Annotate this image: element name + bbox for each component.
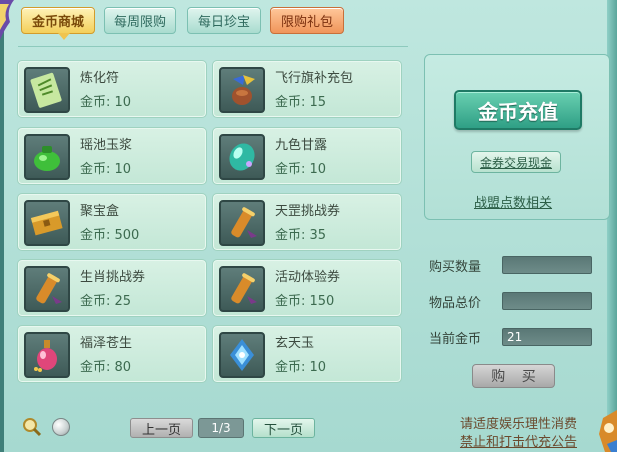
jade-jar-icon xyxy=(34,146,60,171)
item-slot xyxy=(24,266,70,312)
item-slot xyxy=(24,200,70,246)
item-slot xyxy=(219,134,265,180)
item-price: 金币: 10 xyxy=(80,162,132,177)
scroll-icon xyxy=(231,273,257,304)
scroll-icon xyxy=(36,273,62,304)
item-name: 聚宝盒 xyxy=(80,204,120,219)
shop-item[interactable]: 瑶池玉浆 金币: 10 xyxy=(17,127,207,185)
page-indicator: 1/3 xyxy=(198,418,244,438)
item-name: 天罡挑战券 xyxy=(275,204,341,219)
tab-divider xyxy=(18,46,408,47)
tab-limited-pack[interactable]: 限购礼包 xyxy=(270,7,344,34)
item-price: 金币: 150 xyxy=(275,294,335,309)
item-name: 飞行旗补充包 xyxy=(275,71,354,86)
item-slot xyxy=(219,332,265,378)
item-price: 金币: 15 xyxy=(275,95,327,110)
item-slot xyxy=(24,134,70,180)
potion-bottle-icon xyxy=(34,340,57,372)
current-gold-label: 当前金币 xyxy=(429,332,482,347)
mascot-corner-icon xyxy=(599,410,617,452)
shop-item[interactable]: 九色甘露 金币: 10 xyxy=(212,127,402,185)
tab-daily-treasure[interactable]: 每日珍宝 xyxy=(187,7,261,34)
shop-item[interactable]: 生肖挑战券 金币: 25 xyxy=(17,259,207,317)
total-price-label: 物品总价 xyxy=(429,296,482,311)
tab-gold-shop[interactable]: 金币商城 xyxy=(21,7,95,40)
magnifier-icon[interactable] xyxy=(22,417,42,437)
item-price: 金币: 35 xyxy=(275,228,327,243)
item-name: 瑶池玉浆 xyxy=(80,138,133,153)
scroll-icon xyxy=(231,207,257,238)
current-gold-field: 21 xyxy=(502,328,592,346)
treasure-box-icon xyxy=(30,210,63,236)
coupon-exchange-button[interactable]: 金券交易现金 xyxy=(471,151,561,173)
quantity-field[interactable] xyxy=(502,256,592,274)
buy-button[interactable]: 购 买 xyxy=(472,364,555,388)
item-price: 金币: 10 xyxy=(275,360,327,375)
item-slot xyxy=(219,200,265,246)
xuan-jade-icon xyxy=(230,339,254,371)
tab-weekly-limited[interactable]: 每周限购 xyxy=(104,7,176,34)
item-name: 福泽苍生 xyxy=(80,336,133,351)
moderate-play-notice: 请适度娱乐理性消费 xyxy=(459,417,577,432)
item-price: 金币: 25 xyxy=(80,294,132,309)
flag-pack-icon xyxy=(232,75,255,105)
item-price: 金币: 10 xyxy=(80,95,132,110)
item-name: 生肖挑战券 xyxy=(80,270,146,285)
corner-ornament-icon xyxy=(0,0,14,40)
item-name: 炼化符 xyxy=(80,71,120,86)
dew-gem-icon xyxy=(229,143,255,171)
shop-item[interactable]: 飞行旗补充包 金币: 15 xyxy=(212,60,402,118)
item-name: 九色甘露 xyxy=(275,138,328,153)
next-page-button[interactable]: 下一页 xyxy=(252,418,315,438)
talisman-icon xyxy=(30,72,62,108)
item-slot xyxy=(24,67,70,113)
item-slot xyxy=(219,266,265,312)
item-price: 金币: 80 xyxy=(80,360,132,375)
gold-recharge-button[interactable]: 金币充值 xyxy=(454,90,582,130)
shop-item[interactable]: 福泽苍生 金币: 80 xyxy=(17,325,207,383)
quantity-label: 购买数量 xyxy=(429,260,482,275)
shop-item[interactable]: 炼化符 金币: 10 xyxy=(17,60,207,118)
shop-item[interactable]: 聚宝盒 金币: 500 xyxy=(17,193,207,251)
shop-item[interactable]: 天罡挑战券 金币: 35 xyxy=(212,193,402,251)
item-slot xyxy=(219,67,265,113)
item-price: 金币: 10 xyxy=(275,162,327,177)
alliance-points-link[interactable]: 战盟点数相关 xyxy=(474,192,552,211)
item-name: 玄天玉 xyxy=(275,336,315,351)
item-name: 活动体验券 xyxy=(275,270,341,285)
pearl-icon[interactable] xyxy=(52,418,70,436)
total-price-field xyxy=(502,292,592,310)
shop-item[interactable]: 玄天玉 金币: 10 xyxy=(212,325,402,383)
item-price: 金币: 500 xyxy=(80,228,140,243)
prev-page-button[interactable]: 上一页 xyxy=(130,418,193,438)
item-slot xyxy=(24,332,70,378)
anti-proxy-recharge-link[interactable]: 禁止和打击代充公告 xyxy=(460,431,577,450)
shop-item[interactable]: 活动体验券 金币: 150 xyxy=(212,259,402,317)
